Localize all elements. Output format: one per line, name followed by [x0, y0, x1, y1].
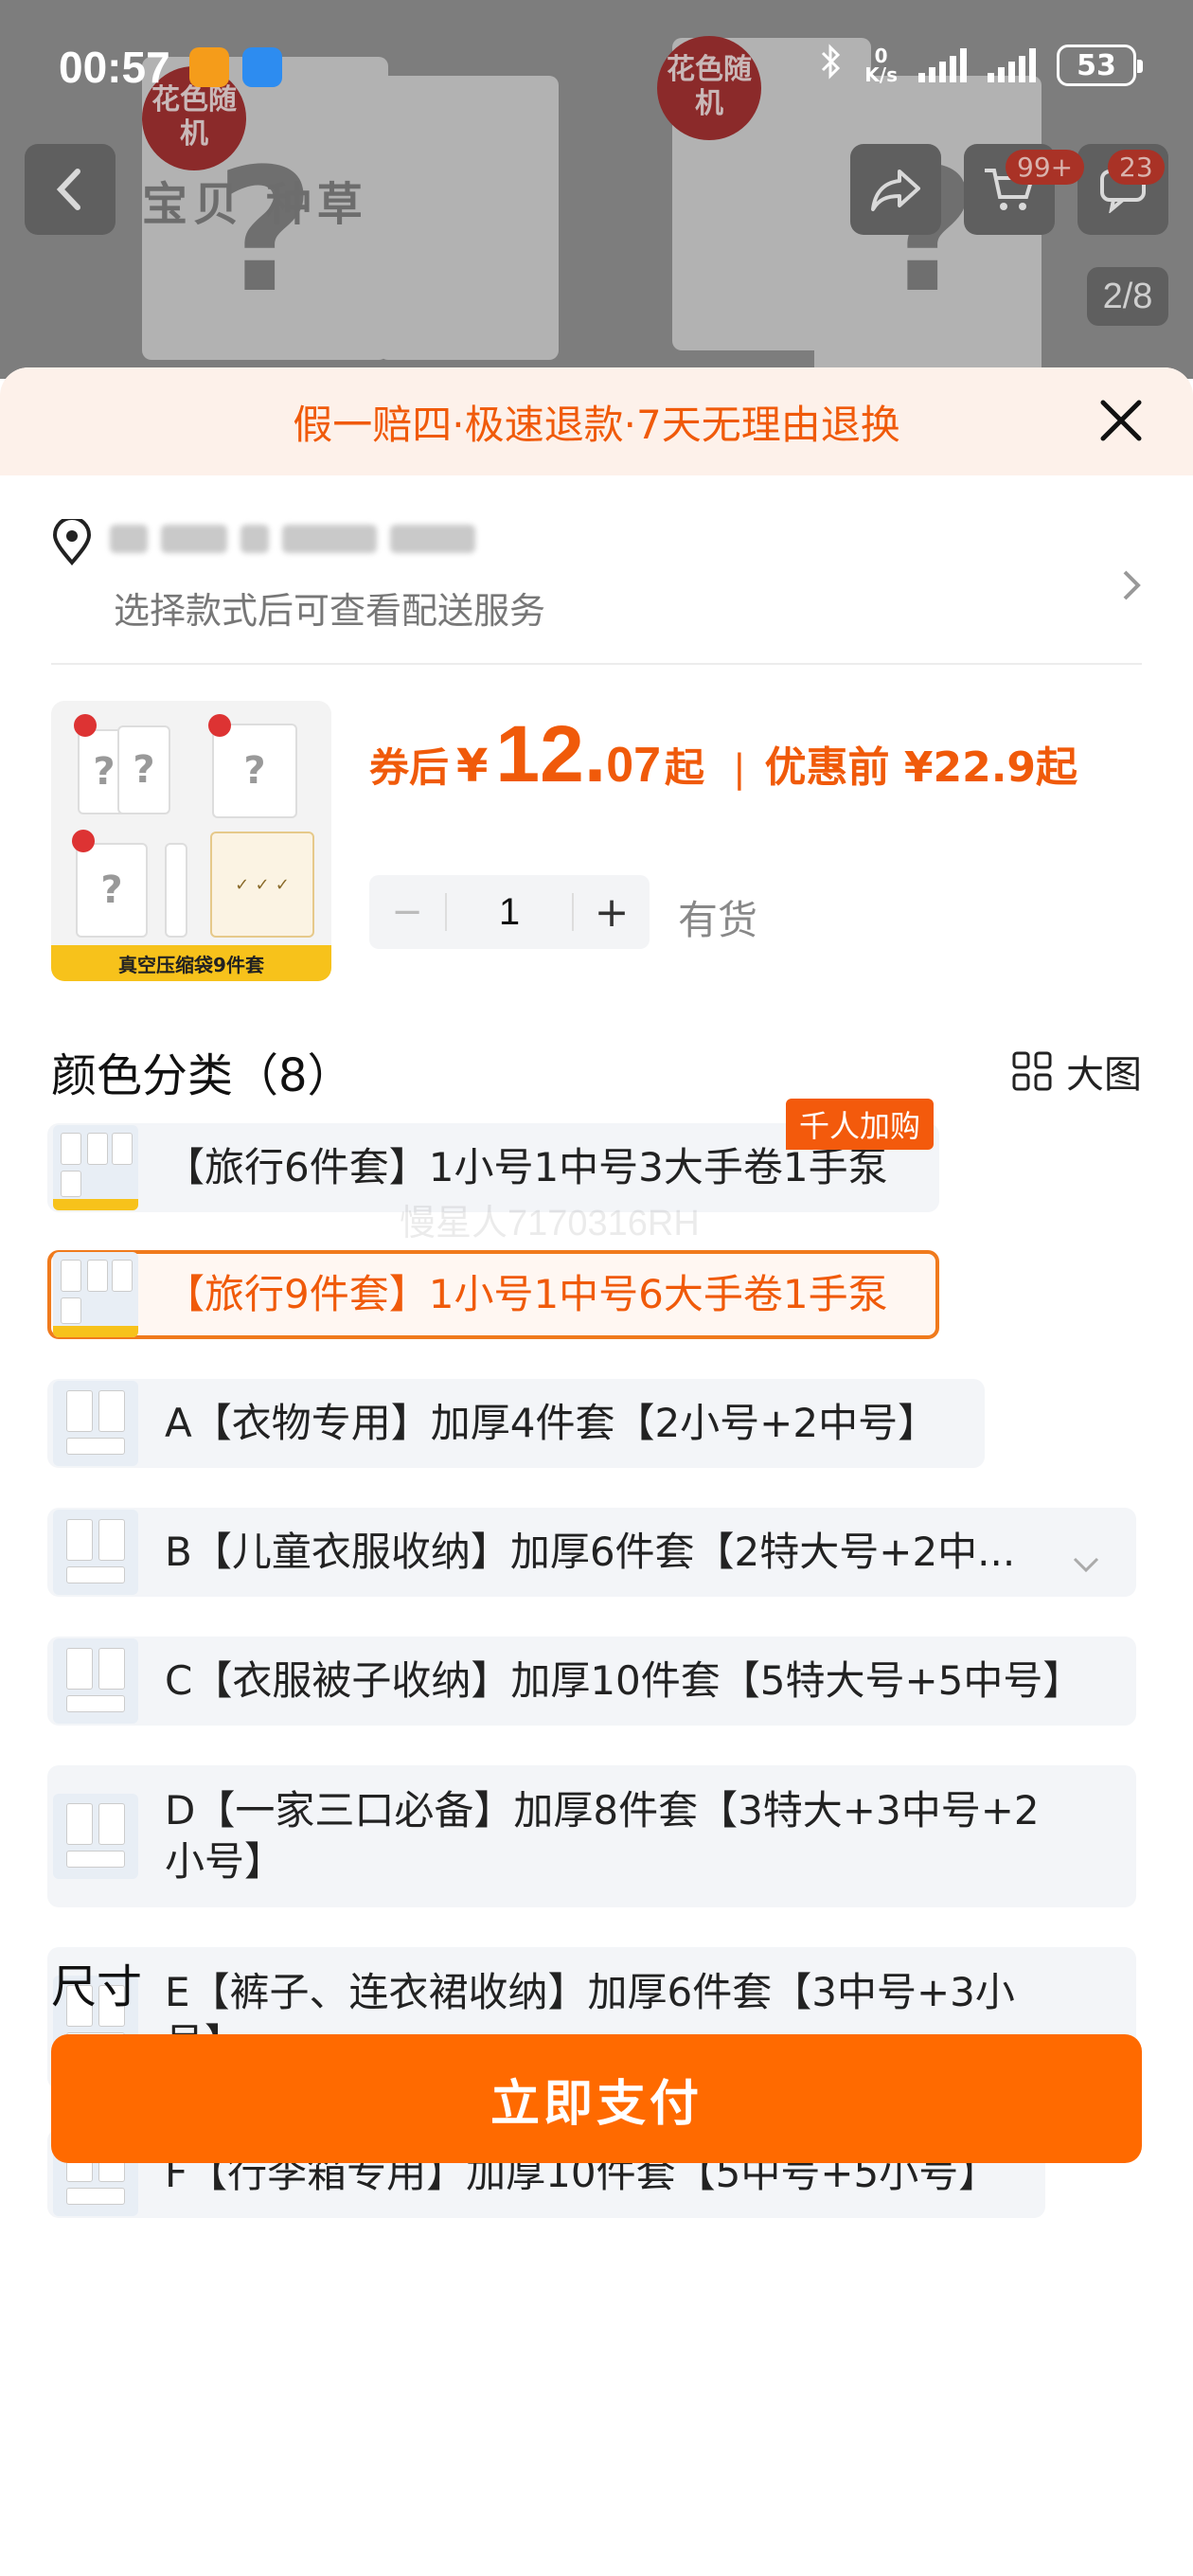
option-thumbnail: [53, 1638, 138, 1724]
blurred-address: [110, 525, 475, 553]
hot-tag: 千人加购: [786, 1099, 935, 1150]
quantity-value[interactable]: 1: [445, 893, 574, 931]
watermark: 慢星人7170316RH: [400, 1204, 700, 1243]
option-label: D【一家三口必备】加厚8件套【3特大+3中号+2小号】: [165, 1787, 1040, 1885]
option-label: C【衣服被子收纳】加厚10件套【5特大号+5中号】: [165, 1657, 1083, 1704]
grid-icon: [1012, 1051, 1052, 1091]
location-pin-icon: [51, 516, 93, 570]
cart-count-badge: 99+: [1006, 150, 1085, 185]
option-label: 【旅行6件套】1小号1中号3大手卷1手泵: [165, 1144, 888, 1190]
message-notification-icon: [242, 47, 282, 87]
option-thumbnail: [53, 1125, 138, 1210]
share-icon: [871, 170, 920, 211]
back-icon: [56, 169, 80, 210]
chevron-down-icon[interactable]: [1072, 1546, 1100, 1582]
option-thumbnail: [53, 1252, 138, 1337]
price-prefix: 券后: [369, 744, 450, 791]
stock-status: 有货: [678, 897, 758, 943]
option-label: 【旅行9件套】1小号1中号6大手卷1手泵: [165, 1271, 888, 1317]
color-option[interactable]: D【一家三口必备】加厚8件套【3特大+3中号+2小号】: [47, 1765, 1136, 1907]
close-icon: [1100, 400, 1142, 441]
size-section-title: 尺寸: [51, 1960, 143, 2013]
delivery-hint: 选择款式后可查看配送服务: [114, 590, 546, 632]
image-page-indicator: 2/8: [1087, 267, 1168, 326]
option-thumbnail: [53, 1510, 138, 1595]
option-label: B【儿童衣服收纳】加厚6件套【2特大号+2中...: [165, 1529, 1016, 1575]
decrease-button[interactable]: −: [369, 890, 445, 934]
color-option-selected[interactable]: 【旅行9件套】1小号1中号6大手卷1手泵: [47, 1250, 939, 1339]
network-speed: 0 K/s: [864, 45, 898, 86]
price-integer: 12.: [495, 709, 607, 798]
quantity-stepper: − 1 +: [369, 875, 650, 949]
close-button[interactable]: [1093, 392, 1149, 449]
price-line: 券后 ¥ 12. 07 起 | 优惠前 ¥22.9起: [369, 708, 1077, 800]
currency-symbol: ¥: [456, 740, 489, 793]
price-suffix: 起: [665, 744, 705, 791]
increase-button[interactable]: +: [574, 888, 650, 937]
big-image-toggle[interactable]: 大图: [1011, 1044, 1142, 1099]
thumbnail-banner: 真空压缩袋9件套: [51, 945, 331, 981]
signal-icon: [988, 48, 1036, 82]
sku-selector-sheet: 假一赔四·极速退款·7天无理由退换 选择款式后可查看配送服务 ? ? ? ? ✓…: [0, 367, 1193, 2576]
status-bar: 00:57 0 K/s 53: [0, 0, 1193, 142]
color-section-header: 颜色分类（8） 大图: [51, 1015, 1142, 1121]
guarantee-banner: 假一赔四·极速退款·7天无理由退换: [0, 367, 1193, 475]
color-option[interactable]: C【衣服被子收纳】加厚10件套【5特大号+5中号】: [47, 1637, 1136, 1726]
delivery-address-row[interactable]: 选择款式后可查看配送服务: [51, 475, 1142, 665]
color-option[interactable]: A【衣物专用】加厚4件套【2小号+2中号】: [47, 1379, 985, 1468]
clock: 00:57: [59, 43, 170, 92]
signal-icon: [918, 48, 967, 82]
option-thumbnail: [53, 1381, 138, 1466]
option-label: A【衣物专用】加厚4件套【2小号+2中号】: [165, 1400, 938, 1446]
big-image-label: 大图: [1066, 1053, 1142, 1097]
bluetooth-icon: [819, 44, 844, 87]
message-count-badge: 23: [1108, 150, 1165, 185]
pay-now-button[interactable]: 立即支付: [51, 2034, 1142, 2163]
app-notification-icon: [189, 47, 229, 87]
guarantee-text: 假一赔四·极速退款·7天无理由退换: [293, 401, 900, 448]
header-tabs[interactable]: 宝贝 种草: [142, 167, 368, 233]
price-decimal: 07: [606, 738, 662, 793]
price-separator: |: [733, 747, 746, 791]
back-button[interactable]: [25, 144, 116, 235]
product-thumbnail[interactable]: ? ? ? ? ✓ ✓ ✓ 真空压缩袋9件套: [51, 701, 331, 981]
option-thumbnail: [53, 1794, 138, 1879]
color-option[interactable]: B【儿童衣服收纳】加厚6件套【2特大号+2中...: [47, 1508, 1136, 1597]
share-button[interactable]: [850, 144, 941, 235]
product-summary: ? ? ? ? ✓ ✓ ✓ 真空压缩袋9件套 券后 ¥ 12. 07 起 | 优…: [51, 665, 1142, 1015]
battery-indicator: 53: [1057, 45, 1143, 86]
chevron-right-icon: [1121, 566, 1142, 614]
color-section-title: 颜色分类（8）: [51, 1049, 353, 1102]
original-price: 优惠前 ¥22.9起: [764, 743, 1078, 792]
